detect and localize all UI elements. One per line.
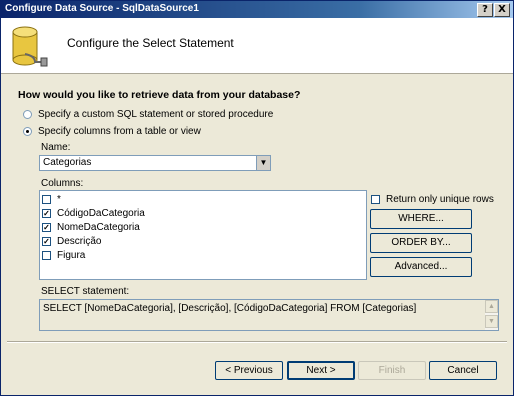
column-label: CódigoDaCategoria	[57, 208, 145, 219]
column-label: Descrição	[57, 236, 102, 247]
columns-option-label: Specify columns from a table or view	[38, 126, 201, 137]
radio-custom-sql[interactable]	[23, 110, 32, 119]
column-checkbox-0[interactable]	[42, 195, 51, 204]
configure-data-source-dialog: Configure Data Source - SqlDataSource1 ?…	[0, 0, 514, 396]
radio-columns[interactable]	[23, 127, 32, 136]
table-name-select[interactable]: Categorias ▼	[39, 155, 271, 171]
help-button[interactable]: ?	[477, 3, 493, 17]
footer-separator	[7, 341, 507, 343]
where-button[interactable]: WHERE...	[370, 209, 472, 229]
column-checkbox-1[interactable]: ✓	[42, 209, 51, 218]
cancel-button[interactable]: Cancel	[429, 361, 497, 380]
scroll-up-icon[interactable]: ▲	[485, 300, 498, 313]
order-by-button[interactable]: ORDER BY...	[370, 233, 472, 253]
page-title: Configure the Select Statement	[67, 36, 234, 50]
columns-list[interactable]: * ✓ CódigoDaCategoria ✓ NomeDaCategoria …	[39, 190, 367, 280]
previous-button[interactable]: < Previous	[215, 361, 283, 380]
close-button[interactable]: X	[494, 3, 510, 17]
column-checkbox-3[interactable]: ✓	[42, 237, 51, 246]
column-label: Figura	[57, 250, 86, 261]
advanced-button[interactable]: Advanced...	[370, 257, 472, 277]
column-checkbox-4[interactable]	[42, 251, 51, 260]
list-item[interactable]: ✓ CódigoDaCategoria	[42, 208, 145, 219]
sql-scrollbar[interactable]: ▲ ▼	[485, 300, 498, 330]
unique-rows-checkbox[interactable]	[371, 195, 380, 204]
unique-rows-label: Return only unique rows	[386, 194, 494, 205]
scroll-down-icon[interactable]: ▼	[485, 315, 498, 328]
name-label: Name:	[41, 142, 71, 153]
list-item[interactable]: *	[42, 194, 61, 205]
finish-button[interactable]: Finish	[358, 361, 426, 380]
wizard-header: Configure the Select Statement	[1, 18, 513, 74]
custom-sql-label: Specify a custom SQL statement or stored…	[38, 109, 274, 120]
list-item[interactable]: ✓ NomeDaCategoria	[42, 222, 140, 233]
retrieve-question: How would you like to retrieve data from…	[18, 89, 301, 101]
next-button[interactable]: Next >	[287, 361, 355, 380]
columns-label: Columns:	[41, 178, 84, 189]
list-item[interactable]: ✓ Descrição	[42, 236, 101, 247]
list-item[interactable]: Figura	[42, 250, 85, 261]
custom-sql-option[interactable]: Specify a custom SQL statement or stored…	[23, 109, 273, 120]
columns-option[interactable]: Specify columns from a table or view	[23, 126, 201, 137]
column-checkbox-2[interactable]: ✓	[42, 223, 51, 232]
database-icon	[12, 26, 48, 67]
sql-statement-text: SELECT [NomeDaCategoria], [Descrição], […	[43, 303, 417, 314]
title-bar[interactable]: Configure Data Source - SqlDataSource1 ?…	[1, 1, 513, 18]
unique-rows-option[interactable]: Return only unique rows	[371, 194, 494, 205]
window-title: Configure Data Source - SqlDataSource1	[5, 3, 199, 14]
sql-statement-box[interactable]: SELECT [NomeDaCategoria], [Descrição], […	[39, 299, 499, 331]
sql-statement-label: SELECT statement:	[41, 286, 130, 297]
table-name-value: Categorias	[43, 157, 92, 168]
column-label: *	[57, 194, 61, 205]
column-label: NomeDaCategoria	[57, 222, 140, 233]
chevron-down-icon[interactable]: ▼	[256, 156, 270, 170]
